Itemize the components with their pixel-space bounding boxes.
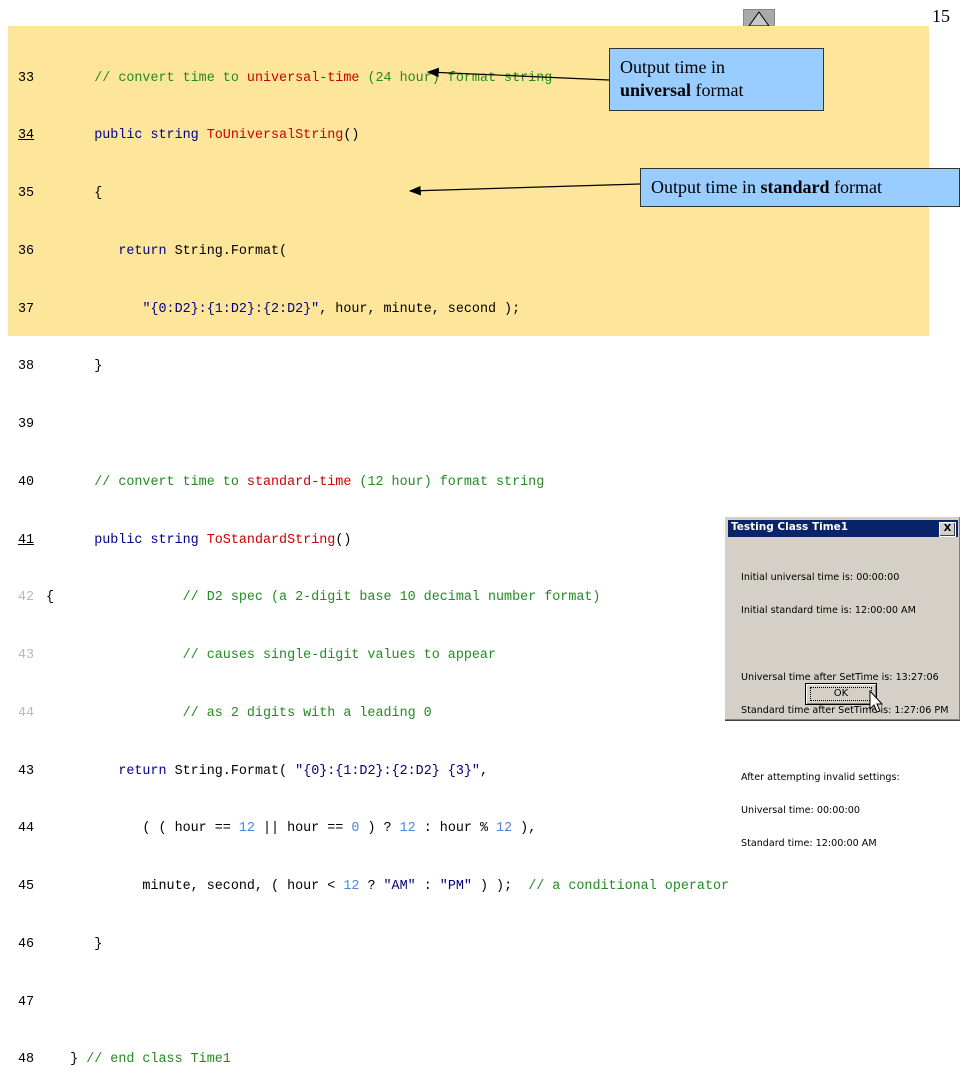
message-line	[741, 739, 949, 750]
line-number: 47	[18, 994, 35, 1010]
message-line: Universal time: 00:00:00	[741, 805, 860, 817]
message-line: Standard time: 12:00:00 AM	[741, 838, 877, 850]
close-button[interactable]: X	[939, 522, 956, 537]
code-text: minute, second, ( hour < 12 ? "AM" : "PM…	[46, 879, 730, 894]
arrow-universal	[426, 67, 610, 81]
mouse-pointer-icon	[869, 690, 884, 713]
focus-rect	[810, 687, 872, 701]
callout-standard: Output time in standard format	[640, 168, 960, 207]
code-text: ( ( hour == 12 || hour == 0 ) ? 12 : hou…	[46, 821, 537, 837]
ok-button[interactable]: OK	[805, 683, 877, 705]
line-number: 43	[18, 763, 35, 779]
line-number: 45	[18, 879, 35, 894]
callout-text: Output time in	[620, 57, 725, 77]
code-text: }	[46, 936, 103, 952]
code-line: 47	[18, 993, 729, 1012]
message-line: Standard time after SetTime is: 1:27:06 …	[741, 705, 949, 717]
close-icon: X	[943, 523, 952, 534]
message-line	[741, 639, 949, 650]
code-line: 45 minute, second, ( hour < 12 ? "AM" : …	[18, 877, 729, 896]
dialog-titlebar[interactable]: Testing Class Time1 X	[728, 520, 958, 537]
code-line: 48 } // end class Time1	[18, 1050, 729, 1069]
code-line: 44 ( ( hour == 12 || hour == 0 ) ? 12 : …	[18, 819, 729, 838]
line-number: 46	[18, 936, 35, 952]
arrow-standard	[408, 183, 641, 196]
code-text: } // end class Time1	[46, 1052, 231, 1068]
code-line: 43 return String.Format( "{0}:{1:D2}:{2:…	[18, 762, 729, 781]
callout-text: Output time in	[651, 177, 761, 197]
line-number: 44	[18, 821, 35, 837]
callout-bold: standard	[760, 177, 830, 197]
message-line: After attempting invalid settings:	[741, 771, 900, 783]
line-number: 48	[18, 1052, 35, 1068]
callout-bold: universal	[620, 80, 692, 100]
message-line: Universal time after SetTime is: 13:27:0…	[741, 672, 939, 684]
message-line: Initial universal time is: 00:00:00	[741, 572, 900, 584]
dialog-message: Initial universal time is: 00:00:00 Init…	[741, 550, 949, 872]
callout-text: format	[829, 177, 883, 197]
dialog-title: Testing Class Time1	[731, 521, 849, 533]
code-text: return String.Format( "{0}:{1:D2}:{2:D2}…	[118, 763, 488, 779]
code-line: 46 }	[18, 935, 729, 954]
callout-text: format	[691, 80, 744, 100]
callout-universal: Output time in universal format	[609, 48, 824, 111]
message-line: Initial standard time is: 12:00:00 AM	[741, 605, 916, 617]
